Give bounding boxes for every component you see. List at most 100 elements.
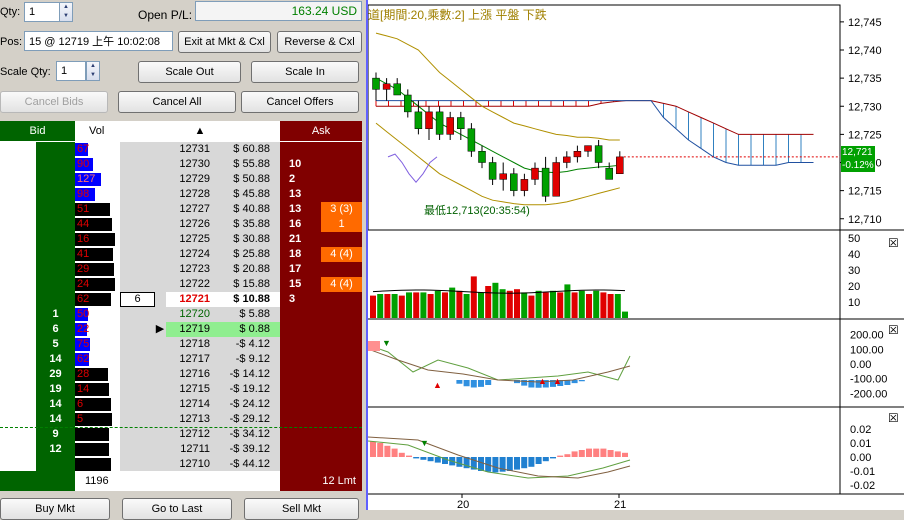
- go-to-last-button[interactable]: Go to Last: [122, 498, 232, 520]
- ladder-row[interactable]: 9 12712 -$ 34.12: [0, 427, 362, 442]
- ask-cell[interactable]: [280, 442, 321, 457]
- ask-order-cell[interactable]: [321, 172, 362, 187]
- ask-order-cell[interactable]: [321, 142, 362, 157]
- bid-cell[interactable]: [36, 457, 75, 472]
- price-cell[interactable]: 12713: [166, 412, 210, 427]
- price-cell[interactable]: 12725: [166, 232, 210, 247]
- reverse-button[interactable]: Reverse & Cxl: [277, 31, 362, 53]
- bid-left-cell[interactable]: [0, 427, 36, 442]
- ladder-row[interactable]: 98 12728 $ 45.88 13: [0, 187, 362, 202]
- price-cell[interactable]: 12730: [166, 157, 210, 172]
- ask-order-cell[interactable]: 4 (4): [321, 277, 362, 292]
- price-cell[interactable]: 12710: [166, 457, 210, 472]
- ask-cell[interactable]: [280, 352, 321, 367]
- scale-qty-input[interactable]: 1: [56, 61, 86, 81]
- ask-cell[interactable]: 13: [280, 187, 321, 202]
- bid-left-cell[interactable]: [0, 202, 36, 217]
- spin-down-icon[interactable]: ▼: [87, 71, 99, 80]
- bid-cell[interactable]: 5: [36, 337, 75, 352]
- ladder-row[interactable]: 19 14 12715 -$ 19.12: [0, 382, 362, 397]
- scale-in-button[interactable]: Scale In: [251, 61, 359, 83]
- ladder-row[interactable]: 1 50 12720 $ 5.88: [0, 307, 362, 322]
- ask-cell[interactable]: 10: [280, 157, 321, 172]
- bid-cell[interactable]: [36, 157, 75, 172]
- price-cell[interactable]: 12721: [166, 292, 210, 307]
- bid-cell[interactable]: [36, 142, 75, 157]
- price-cell[interactable]: 12727: [166, 202, 210, 217]
- ask-cell[interactable]: 2: [280, 172, 321, 187]
- price-cell[interactable]: 12718: [166, 337, 210, 352]
- spin-up-icon[interactable]: ▲: [60, 3, 72, 12]
- ask-order-cell[interactable]: 1: [321, 217, 362, 232]
- bid-cell[interactable]: 1: [36, 307, 75, 322]
- ladder-row[interactable]: 16 12725 $ 30.88 21: [0, 232, 362, 247]
- ask-order-cell[interactable]: [321, 412, 362, 427]
- bid-left-cell[interactable]: [0, 307, 36, 322]
- bid-cell[interactable]: 6: [36, 322, 75, 337]
- ladder-row[interactable]: 29 28 12716 -$ 14.12: [0, 367, 362, 382]
- ask-order-cell[interactable]: [321, 457, 362, 472]
- cancel-all-button[interactable]: Cancel All: [118, 91, 236, 113]
- bid-left-cell[interactable]: [0, 397, 36, 412]
- ladder-row[interactable]: 90 12730 $ 55.88 10: [0, 157, 362, 172]
- bid-left-cell[interactable]: [0, 262, 36, 277]
- ask-order-cell[interactable]: [321, 367, 362, 382]
- price-cell[interactable]: 12729: [166, 172, 210, 187]
- ask-order-cell[interactable]: [321, 322, 362, 337]
- price-cell[interactable]: 12726: [166, 217, 210, 232]
- ask-cell[interactable]: [280, 412, 321, 427]
- price-cell[interactable]: 12712: [166, 427, 210, 442]
- bid-left-cell[interactable]: [0, 457, 36, 472]
- ask-cell[interactable]: 17: [280, 262, 321, 277]
- bid-cell[interactable]: 9: [36, 427, 75, 442]
- ask-cell[interactable]: 21: [280, 232, 321, 247]
- bid-cell[interactable]: [36, 277, 75, 292]
- bid-cell[interactable]: 14: [36, 412, 75, 427]
- bid-left-cell[interactable]: [0, 352, 36, 367]
- bid-cell[interactable]: 29: [36, 367, 75, 382]
- ask-cell[interactable]: 13: [280, 202, 321, 217]
- bid-left-cell[interactable]: [0, 277, 36, 292]
- scroll-up-icon[interactable]: ▲: [120, 121, 280, 141]
- ask-order-cell[interactable]: [321, 262, 362, 277]
- ladder-row[interactable]: 62 6 12721 $ 10.88 3: [0, 292, 362, 307]
- chart-area[interactable]: 12,74512,74012,73512,73012,72512,72012,7…: [366, 0, 904, 510]
- ask-cell[interactable]: [280, 427, 321, 442]
- ladder-row[interactable]: 67 12731 $ 60.88: [0, 142, 362, 157]
- bid-left-cell[interactable]: [0, 292, 36, 307]
- exit-at-market-button[interactable]: Exit at Mkt & Cxl: [178, 31, 271, 53]
- bid-cell[interactable]: 19: [36, 382, 75, 397]
- ask-cell[interactable]: [280, 367, 321, 382]
- bid-cell[interactable]: [36, 172, 75, 187]
- scale-qty-spinner[interactable]: ▲ ▼: [86, 61, 100, 81]
- ladder-row[interactable]: 29 12723 $ 20.88 17: [0, 262, 362, 277]
- ask-order-cell[interactable]: [321, 307, 362, 322]
- buy-market-button[interactable]: Buy Mkt: [0, 498, 110, 520]
- ask-order-cell[interactable]: [321, 382, 362, 397]
- qty-spinner[interactable]: ▲ ▼: [59, 2, 73, 22]
- ladder-row[interactable]: 44 12726 $ 35.88 16 1: [0, 217, 362, 232]
- bid-left-cell[interactable]: [0, 172, 36, 187]
- ask-cell[interactable]: [280, 142, 321, 157]
- price-cell[interactable]: 12714: [166, 397, 210, 412]
- bid-cell[interactable]: [36, 262, 75, 277]
- bid-left-cell[interactable]: [0, 217, 36, 232]
- ask-cell[interactable]: 16: [280, 217, 321, 232]
- bid-left-cell[interactable]: [0, 157, 36, 172]
- ladder-row[interactable]: 24 12722 $ 15.88 15 4 (4): [0, 277, 362, 292]
- ask-cell[interactable]: 18: [280, 247, 321, 262]
- bid-left-cell[interactable]: [0, 412, 36, 427]
- ladder-row[interactable]: 127 12729 $ 50.88 2: [0, 172, 362, 187]
- ladder-row[interactable]: 6 22 ▶ 12719 $ 0.88: [0, 322, 362, 337]
- bid-cell[interactable]: 14: [36, 352, 75, 367]
- price-cell[interactable]: 12719: [166, 322, 210, 337]
- ask-order-cell[interactable]: 4 (4): [321, 247, 362, 262]
- ask-order-cell[interactable]: [321, 157, 362, 172]
- bid-left-cell[interactable]: [0, 367, 36, 382]
- cancel-offers-button[interactable]: Cancel Offers: [241, 91, 359, 113]
- ask-order-cell[interactable]: [321, 427, 362, 442]
- ladder-row[interactable]: 14 5 12713 -$ 29.12: [0, 412, 362, 427]
- ask-order-cell[interactable]: 3 (3): [321, 202, 362, 217]
- ask-order-cell[interactable]: [321, 187, 362, 202]
- bid-left-cell[interactable]: [0, 442, 36, 457]
